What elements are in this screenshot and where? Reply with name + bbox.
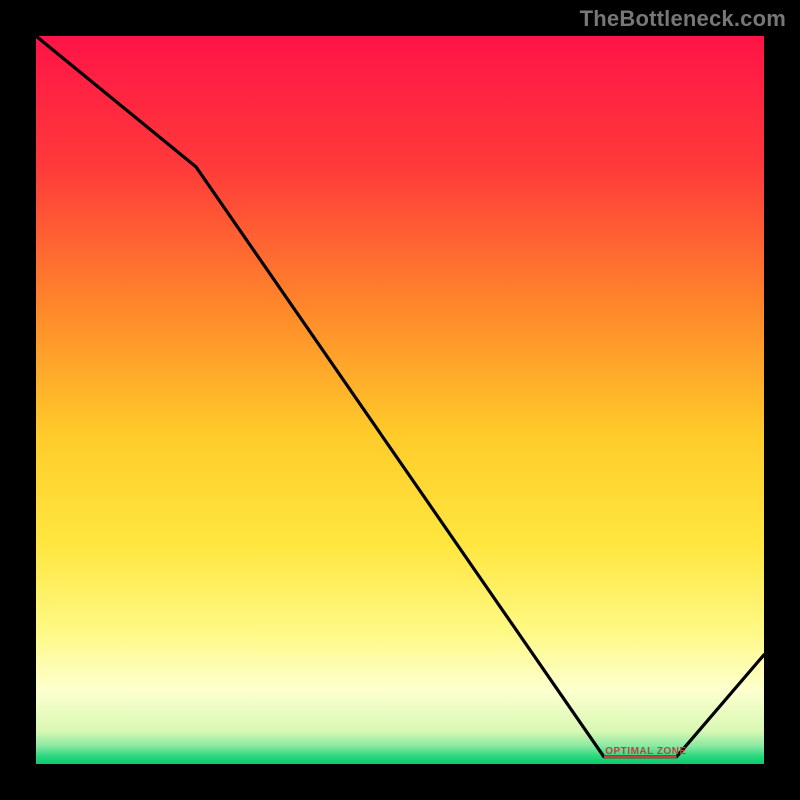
chart-frame: TheBottleneck.com OPTIMAL ZONE: [0, 0, 800, 800]
watermark-text: TheBottleneck.com: [580, 6, 786, 32]
plot-area: OPTIMAL ZONE: [30, 30, 770, 770]
optimal-zone-label: OPTIMAL ZONE: [605, 746, 686, 757]
bottleneck-line: [36, 36, 764, 764]
